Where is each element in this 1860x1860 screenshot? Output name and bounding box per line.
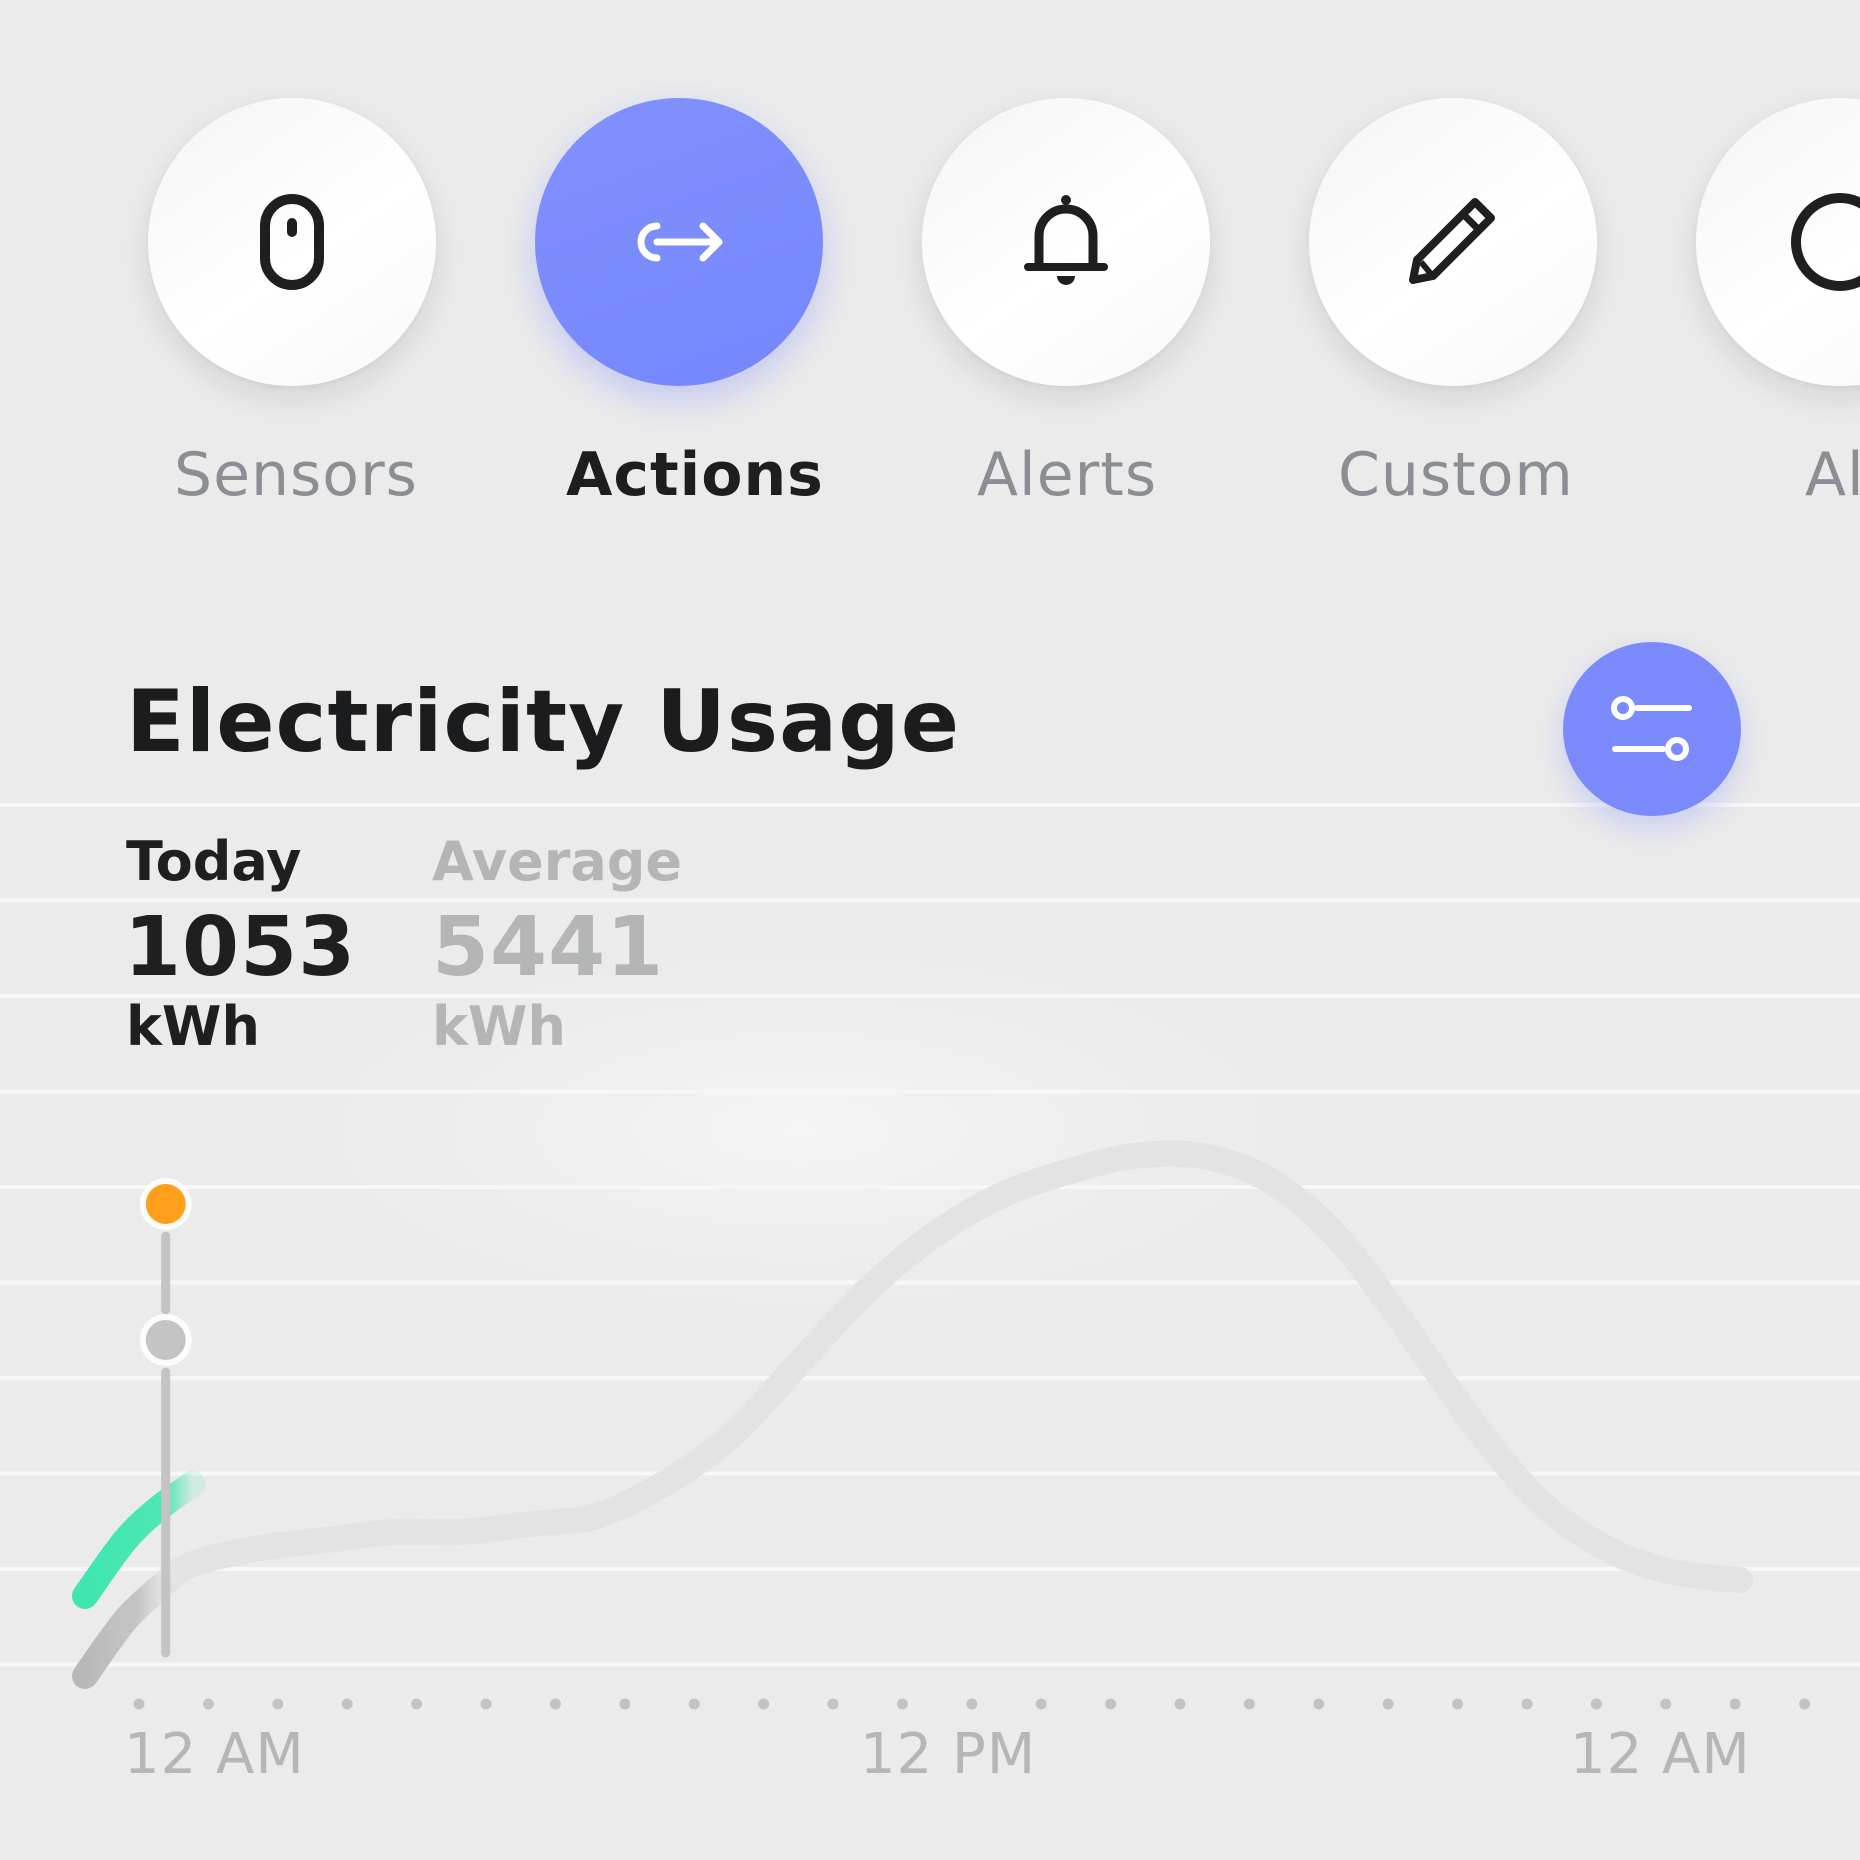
x-tick-dot: [896, 1698, 908, 1710]
x-tick-dot: [272, 1698, 284, 1710]
x-tick-dot: [411, 1698, 423, 1710]
x-tick-label-mid: 12 PM: [860, 1722, 1037, 1787]
today-label: Today: [126, 830, 302, 893]
pencil-icon: [1409, 198, 1495, 284]
sliders-icon: [1611, 696, 1692, 761]
category-sensors-label[interactable]: Sensors: [174, 440, 418, 510]
x-tick-dot: [1521, 1698, 1533, 1710]
category-custom-button[interactable]: [1309, 98, 1597, 386]
page-title: Electricity Usage: [126, 672, 961, 772]
average-label: Average: [432, 830, 683, 893]
x-tick-label-end: 12 AM: [1570, 1722, 1751, 1787]
category-all-label[interactable]: Al: [1805, 440, 1860, 510]
x-tick-dot: [341, 1698, 353, 1710]
average-unit: kWh: [432, 995, 566, 1058]
category-alerts-label[interactable]: Alerts: [977, 440, 1157, 510]
average-series-line: [112, 1140, 1753, 1633]
x-tick-dot: [480, 1698, 492, 1710]
bell-icon: [1024, 195, 1108, 285]
x-tick-dot: [1590, 1698, 1602, 1710]
app-screen: Sensors Actions Alerts Custom Al Electri…: [0, 0, 1860, 1860]
x-tick-dot: [1035, 1698, 1047, 1710]
circle-icon: [1791, 193, 1860, 291]
average-value: 5441: [432, 900, 665, 995]
category-sensors-button[interactable]: [148, 98, 436, 386]
x-tick-dot: [1729, 1698, 1741, 1710]
x-tick-dot: [1799, 1698, 1811, 1710]
category-actions-label[interactable]: Actions: [566, 440, 824, 510]
action-arrow-icon: [637, 222, 723, 262]
x-tick-dot: [1174, 1698, 1186, 1710]
x-tick-dot: [1313, 1698, 1325, 1710]
x-tick-dot: [758, 1698, 770, 1710]
category-alerts-button[interactable]: [922, 98, 1210, 386]
x-tick-dot: [1382, 1698, 1394, 1710]
category-actions-button[interactable]: [535, 98, 823, 386]
x-tick-dot: [619, 1698, 631, 1710]
x-tick-label-start: 12 AM: [124, 1722, 305, 1787]
category-all-button[interactable]: [1696, 98, 1860, 386]
x-tick-dot: [1243, 1698, 1255, 1710]
x-tick-dot: [133, 1698, 145, 1710]
category-custom-label[interactable]: Custom: [1338, 440, 1574, 510]
sensor-icon: [260, 194, 324, 290]
x-tick-dot: [688, 1698, 700, 1710]
x-tick-dot: [1660, 1698, 1672, 1710]
x-axis-tick-dots: [133, 1698, 1811, 1710]
x-tick-dot: [1105, 1698, 1117, 1710]
average-marker-dot: [145, 1320, 186, 1360]
x-tick-dot: [549, 1698, 561, 1710]
filter-settings-button[interactable]: [1563, 642, 1741, 816]
x-tick-dot: [827, 1698, 839, 1710]
x-tick-dot: [966, 1698, 978, 1710]
x-tick-dot: [202, 1698, 214, 1710]
today-value: 1053: [124, 900, 357, 995]
x-tick-dot: [1452, 1698, 1464, 1710]
today-marker-dot: [145, 1184, 186, 1224]
today-unit: kWh: [126, 995, 260, 1058]
